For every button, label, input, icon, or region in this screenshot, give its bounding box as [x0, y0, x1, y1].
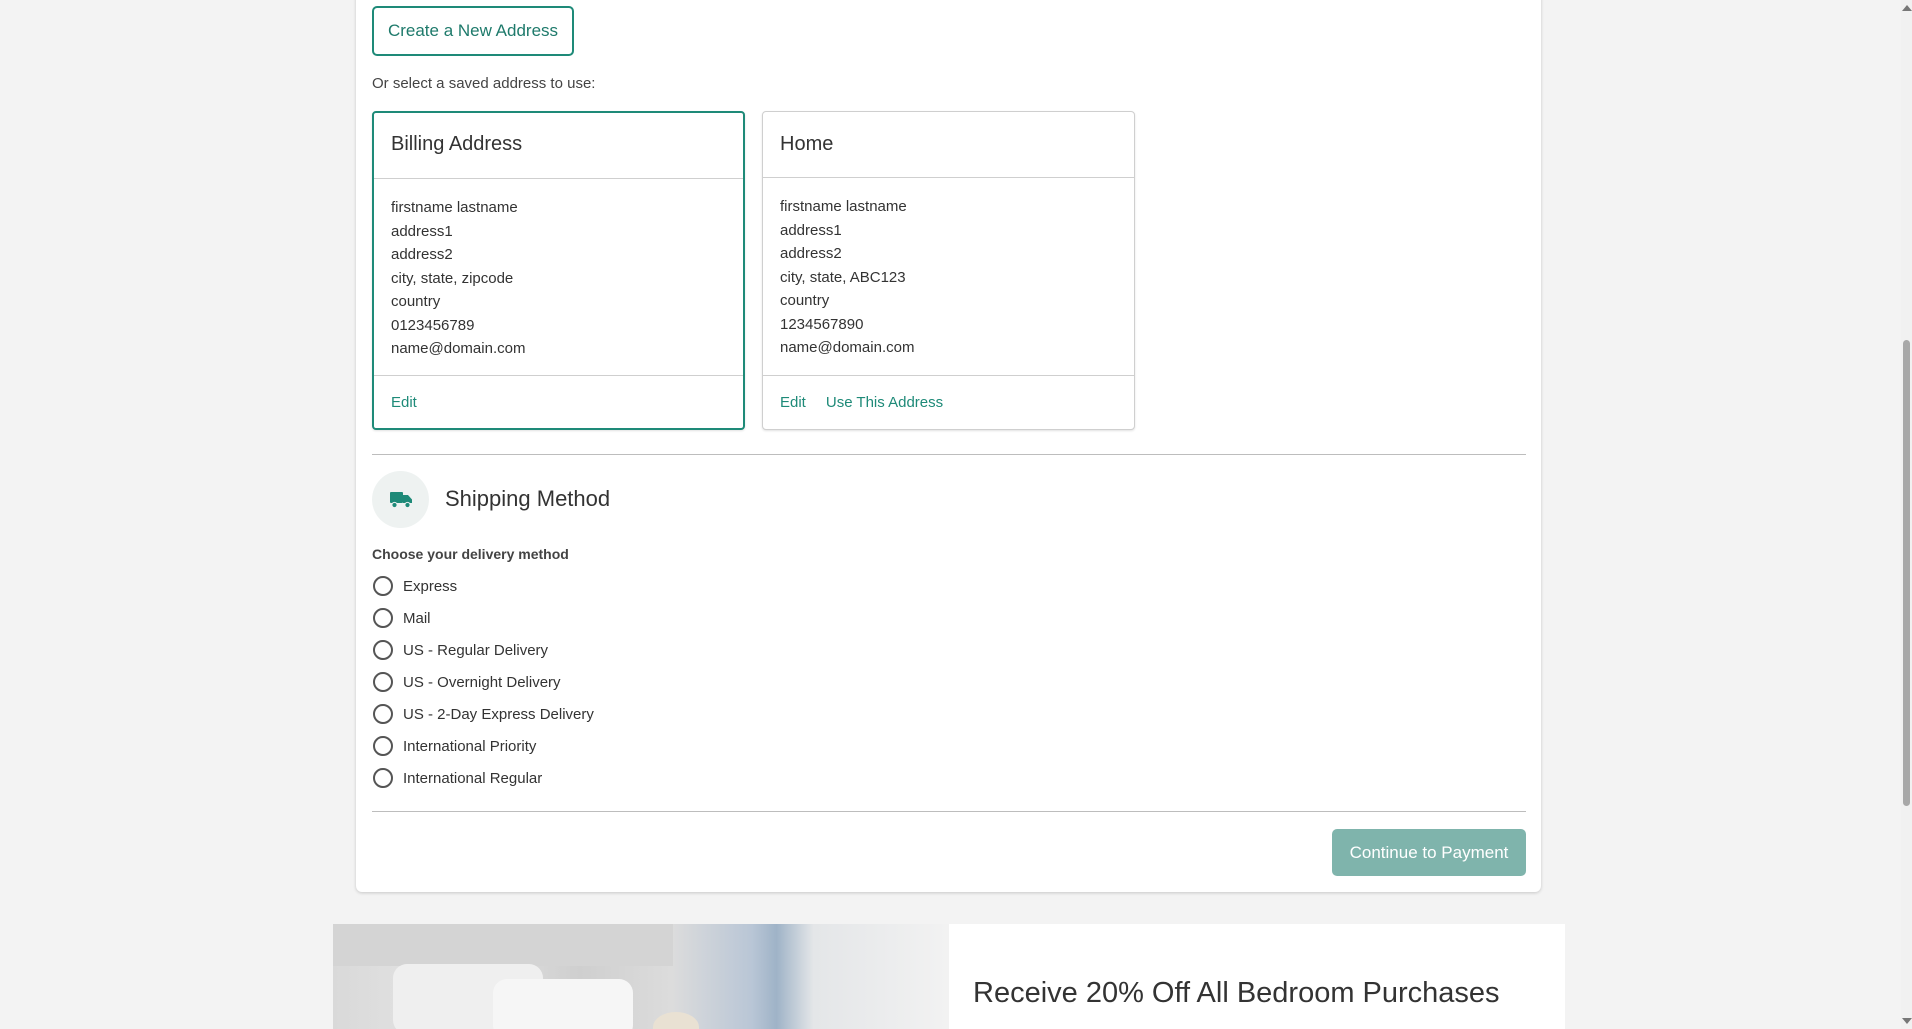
address-card-title: Home [763, 112, 1134, 178]
delivery-option-mail[interactable]: Mail [373, 602, 594, 634]
address-line: city, state, ABC123 [780, 268, 906, 286]
promo-bedroom-image [333, 924, 949, 1029]
promo-title: Receive 20% Off All Bedroom Purchases [973, 977, 1500, 1009]
address-line: address1 [780, 221, 842, 239]
address-line: firstname lastname [391, 199, 518, 216]
address-line: 0123456789 [391, 316, 475, 334]
address-card-actions: Edit Use This Address [763, 376, 1134, 411]
delivery-option-label: Express [403, 577, 458, 595]
create-new-address-button[interactable]: Create a New Address [372, 6, 574, 56]
page-scrollbar[interactable] [1901, 0, 1912, 1029]
edit-home-address-link[interactable]: Edit [780, 394, 806, 411]
delivery-option-label: US - Overnight Delivery [403, 673, 561, 691]
pillow-shape [493, 979, 633, 1029]
delivery-option-intl-priority[interactable]: International Priority [373, 730, 594, 762]
scroll-up-arrow-icon[interactable] [1902, 5, 1912, 11]
address-line: firstname lastname [780, 198, 907, 215]
radio-button[interactable] [373, 704, 393, 724]
radio-button[interactable] [373, 672, 393, 692]
promo-banner[interactable]: Receive 20% Off All Bedroom Purchases [949, 924, 1565, 1029]
delivery-option-us-regular[interactable]: US - Regular Delivery [373, 634, 594, 666]
radio-button[interactable] [373, 608, 393, 628]
section-divider [372, 454, 1526, 455]
scrollbar-thumb[interactable] [1903, 340, 1910, 806]
delivery-option-express[interactable]: Express [373, 570, 594, 602]
delivery-option-label: International Regular [403, 769, 543, 787]
address-card-billing[interactable]: Billing Address firstname lastname addre… [372, 111, 745, 430]
delivery-option-label: International Priority [403, 737, 537, 755]
address-line: country [780, 292, 830, 309]
delivery-method-label: Choose your delivery method [372, 546, 569, 562]
address-line: name@domain.com [780, 339, 915, 356]
edit-billing-address-link[interactable]: Edit [391, 394, 417, 411]
address-line: name@domain.com [391, 340, 526, 357]
delivery-options: Express Mail US - Regular Delivery US - … [373, 570, 594, 794]
section-divider [372, 811, 1526, 812]
shipping-icon-badge [372, 471, 429, 528]
delivery-option-us-overnight[interactable]: US - Overnight Delivery [373, 666, 594, 698]
radio-button[interactable] [373, 768, 393, 788]
radio-button[interactable] [373, 640, 393, 660]
address-card-title: Billing Address [374, 113, 743, 179]
radio-button[interactable] [373, 736, 393, 756]
address-card-body: firstname lastname address1 address2 cit… [374, 179, 743, 376]
address-line: city, state, zipcode [391, 269, 514, 287]
radio-button[interactable] [373, 576, 393, 596]
address-card-body: firstname lastname address1 address2 cit… [763, 178, 1134, 376]
delivery-option-label: Mail [403, 609, 431, 627]
delivery-option-intl-regular[interactable]: International Regular [373, 762, 594, 794]
truck-icon [389, 491, 412, 508]
continue-to-payment-button[interactable]: Continue to Payment [1332, 829, 1526, 876]
address-line: country [391, 293, 441, 310]
address-line: address2 [391, 246, 453, 263]
address-card-home[interactable]: Home firstname lastname address1 address… [762, 111, 1135, 430]
delivery-option-label: US - 2-Day Express Delivery [403, 705, 594, 723]
address-line: 1234567890 [780, 315, 864, 333]
address-line: address2 [780, 245, 842, 262]
shipping-method-title: Shipping Method [445, 486, 611, 511]
use-this-address-link[interactable]: Use This Address [826, 394, 943, 411]
headboard-shape [333, 924, 673, 966]
address-line: address1 [391, 222, 453, 240]
scroll-down-arrow-icon[interactable] [1902, 1018, 1912, 1024]
flower-vase-shape [653, 1012, 699, 1029]
delivery-option-label: US - Regular Delivery [403, 641, 549, 659]
delivery-option-us-2day[interactable]: US - 2-Day Express Delivery [373, 698, 594, 730]
address-card-actions: Edit [374, 376, 743, 411]
saved-address-label: Or select a saved address to use: [372, 75, 596, 92]
